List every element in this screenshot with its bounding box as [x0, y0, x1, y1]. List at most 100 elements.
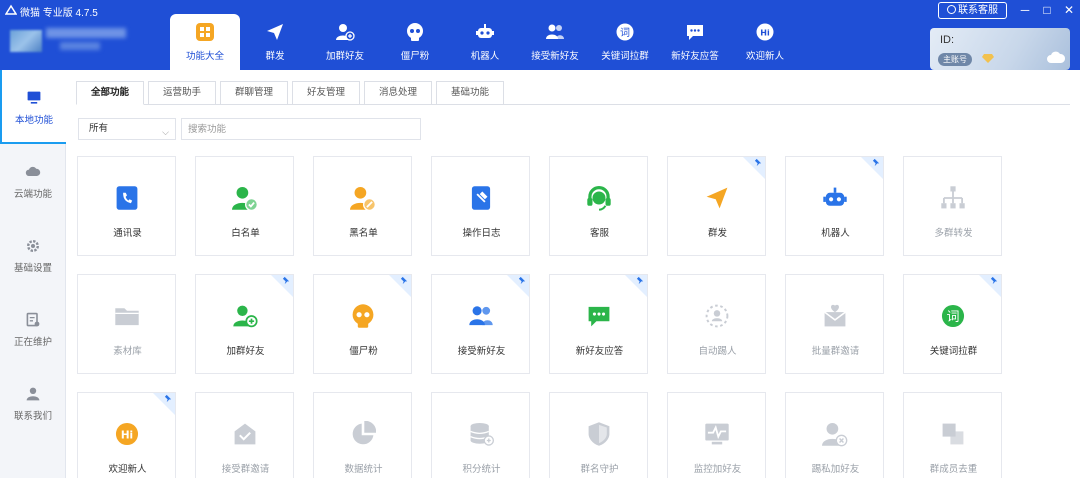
- sidebar-item-label: 云端功能: [13, 189, 52, 200]
- nav-tab-keyword[interactable]: 词关键词拉群: [590, 14, 660, 70]
- account-card[interactable]: ID: 主账号: [930, 28, 1070, 70]
- feature-card-log[interactable]: 操作日志: [431, 156, 530, 256]
- feature-card-label: 批量群邀请: [811, 346, 860, 357]
- feature-card-accept-invite[interactable]: 接受群邀请: [195, 392, 294, 478]
- invite-icon: [824, 304, 846, 327]
- category-select-value: 所有: [89, 123, 109, 134]
- feature-card-keyword[interactable]: 词关键词拉群: [903, 274, 1002, 374]
- nav-tab-label: 关键词拉群: [601, 51, 649, 62]
- monitor-pulse-icon: [705, 423, 729, 445]
- feature-card-remove-user[interactable]: 踢私加好友: [785, 392, 884, 478]
- sidebar-item-label: 联系我们: [13, 411, 52, 422]
- feature-card-blacklist[interactable]: 黑名单: [313, 156, 412, 256]
- nav-tab-chat[interactable]: 新好友应答: [660, 14, 730, 70]
- feature-card-monitor-pulse[interactable]: 监控加好友: [667, 392, 766, 478]
- chat-icon: [687, 25, 703, 40]
- pin-icon: [400, 276, 408, 285]
- feature-card-label: 接受新好友: [457, 346, 506, 357]
- feature-card-label: 接受群邀请: [221, 464, 270, 475]
- feature-card-label: 素材库: [113, 346, 142, 357]
- category-select[interactable]: 所有 ⌵: [78, 118, 176, 140]
- feature-card-label: 客服: [589, 228, 609, 239]
- nav-tab-label: 僵尸粉: [400, 51, 430, 62]
- feature-card-label: 欢迎新人: [108, 464, 147, 475]
- account-id-label: ID:: [940, 34, 955, 46]
- subtab-3[interactable]: 群聊管理: [220, 81, 288, 105]
- feature-card-invite[interactable]: 批量群邀请: [785, 274, 884, 374]
- headset-icon: [587, 185, 611, 211]
- svg-text:Hi: Hi: [121, 430, 133, 442]
- main-panel: 全部功能运营助手群聊管理好友管理消息处理基础功能 所有 ⌵ 通讯录 白名单 黑名单 操…: [66, 70, 1080, 478]
- close-button[interactable]: ✕: [1060, 1, 1078, 19]
- search-input[interactable]: [181, 118, 421, 140]
- feature-card-folder[interactable]: 素材库: [77, 274, 176, 374]
- pin-icon: [518, 276, 526, 285]
- feature-card-label: 自动踢人: [698, 346, 737, 357]
- account-type-badge: 主账号: [938, 53, 972, 66]
- feature-card-database[interactable]: 积分统计: [431, 392, 530, 478]
- feature-card-hierarchy[interactable]: 多群转发: [903, 156, 1002, 256]
- feature-card-kick[interactable]: 自动踢人: [667, 274, 766, 374]
- users-icon: [546, 24, 564, 39]
- nav-tab-users[interactable]: 接受新好友: [520, 14, 590, 70]
- nav-tab-label: 群发: [265, 51, 285, 62]
- sidebar-item-gear[interactable]: 基础设置: [0, 218, 66, 292]
- subtab-1[interactable]: 全部功能: [76, 81, 144, 105]
- shield-icon: [588, 422, 610, 446]
- nav-tab-skull[interactable]: 僵尸粉: [380, 14, 450, 70]
- feature-card-hi[interactable]: Hi 欢迎新人: [77, 392, 176, 478]
- feature-card-users[interactable]: 接受新好友: [431, 274, 530, 374]
- feature-card-label: 机器人: [821, 228, 850, 239]
- subtab-4[interactable]: 好友管理: [292, 81, 360, 105]
- svg-text:词: 词: [946, 310, 959, 325]
- nav-tab-add-user[interactable]: 加群好友: [310, 14, 380, 70]
- feature-card-label: 群成员去重: [929, 464, 978, 475]
- person-icon: [26, 387, 40, 401]
- feature-card-label: 多群转发: [934, 228, 973, 239]
- maximize-button[interactable]: □: [1038, 1, 1056, 19]
- sidebar-item-label: 正在维护: [13, 337, 52, 348]
- keyword-icon: 词: [941, 304, 965, 328]
- user-profile[interactable]: [10, 26, 130, 60]
- subtab-2[interactable]: 运营助手: [148, 81, 216, 105]
- feature-card-label: 监控加好友: [693, 464, 742, 475]
- nav-tab-hi[interactable]: Hi 欢迎新人: [730, 14, 800, 70]
- nav-tab-robot[interactable]: 机器人: [450, 14, 520, 70]
- sidebar-item-cloud[interactable]: 云端功能: [0, 144, 66, 218]
- paper-plane-icon: [706, 187, 728, 209]
- robot-icon: [823, 187, 847, 206]
- feature-card-dedupe[interactable]: 群成员去重: [903, 392, 1002, 478]
- feature-card-chat[interactable]: 新好友应答: [549, 274, 648, 374]
- sidebar-item-monitor[interactable]: 本地功能: [0, 70, 66, 144]
- sidebar-item-person[interactable]: 联系我们: [0, 366, 66, 440]
- feature-card-add-user[interactable]: 加群好友: [195, 274, 294, 374]
- top-bar: 微猫 专业版 4.7.5 联系客服 ─ □ ✕ 功能大全 群发 加群好友 僵尸粉 机器人…: [0, 0, 1080, 70]
- minimize-button[interactable]: ─: [1016, 1, 1034, 19]
- feature-card-shield[interactable]: 群名守护: [549, 392, 648, 478]
- monitor-icon: [27, 91, 41, 104]
- nav-tab-grid[interactable]: 功能大全: [170, 14, 240, 70]
- feature-card-label: 积分统计: [462, 464, 501, 475]
- feature-card-paper-plane[interactable]: 群发: [667, 156, 766, 256]
- nav-tab-label: 欢迎新人: [745, 51, 784, 62]
- feature-card-robot[interactable]: 机器人: [785, 156, 884, 256]
- nav-tab-paper-plane[interactable]: 群发: [240, 14, 310, 70]
- feature-card-label: 群发: [707, 228, 727, 239]
- feature-card-contacts[interactable]: 通讯录: [77, 156, 176, 256]
- nickname-blurred: [46, 28, 126, 38]
- feature-card-whitelist[interactable]: 白名单: [195, 156, 294, 256]
- contact-service-button[interactable]: 联系客服: [938, 2, 1007, 19]
- feature-card-headset[interactable]: 客服: [549, 156, 648, 256]
- sidebar-item-label: 本地功能: [14, 115, 53, 126]
- gear-icon: [27, 240, 39, 252]
- subtab-5[interactable]: 消息处理: [364, 81, 432, 105]
- nav-tab-label: 加群好友: [325, 51, 364, 62]
- feature-card-pie-chart[interactable]: 数据统计: [313, 392, 412, 478]
- feature-card-skull[interactable]: 僵尸粉: [313, 274, 412, 374]
- sidebar-item-maintenance[interactable]: 正在维护: [0, 292, 66, 366]
- blacklist-icon: [350, 186, 376, 211]
- diamond-icon: [982, 54, 994, 63]
- subtab-6[interactable]: 基础功能: [436, 81, 504, 105]
- database-icon: [470, 422, 494, 446]
- contacts-icon: [116, 186, 138, 210]
